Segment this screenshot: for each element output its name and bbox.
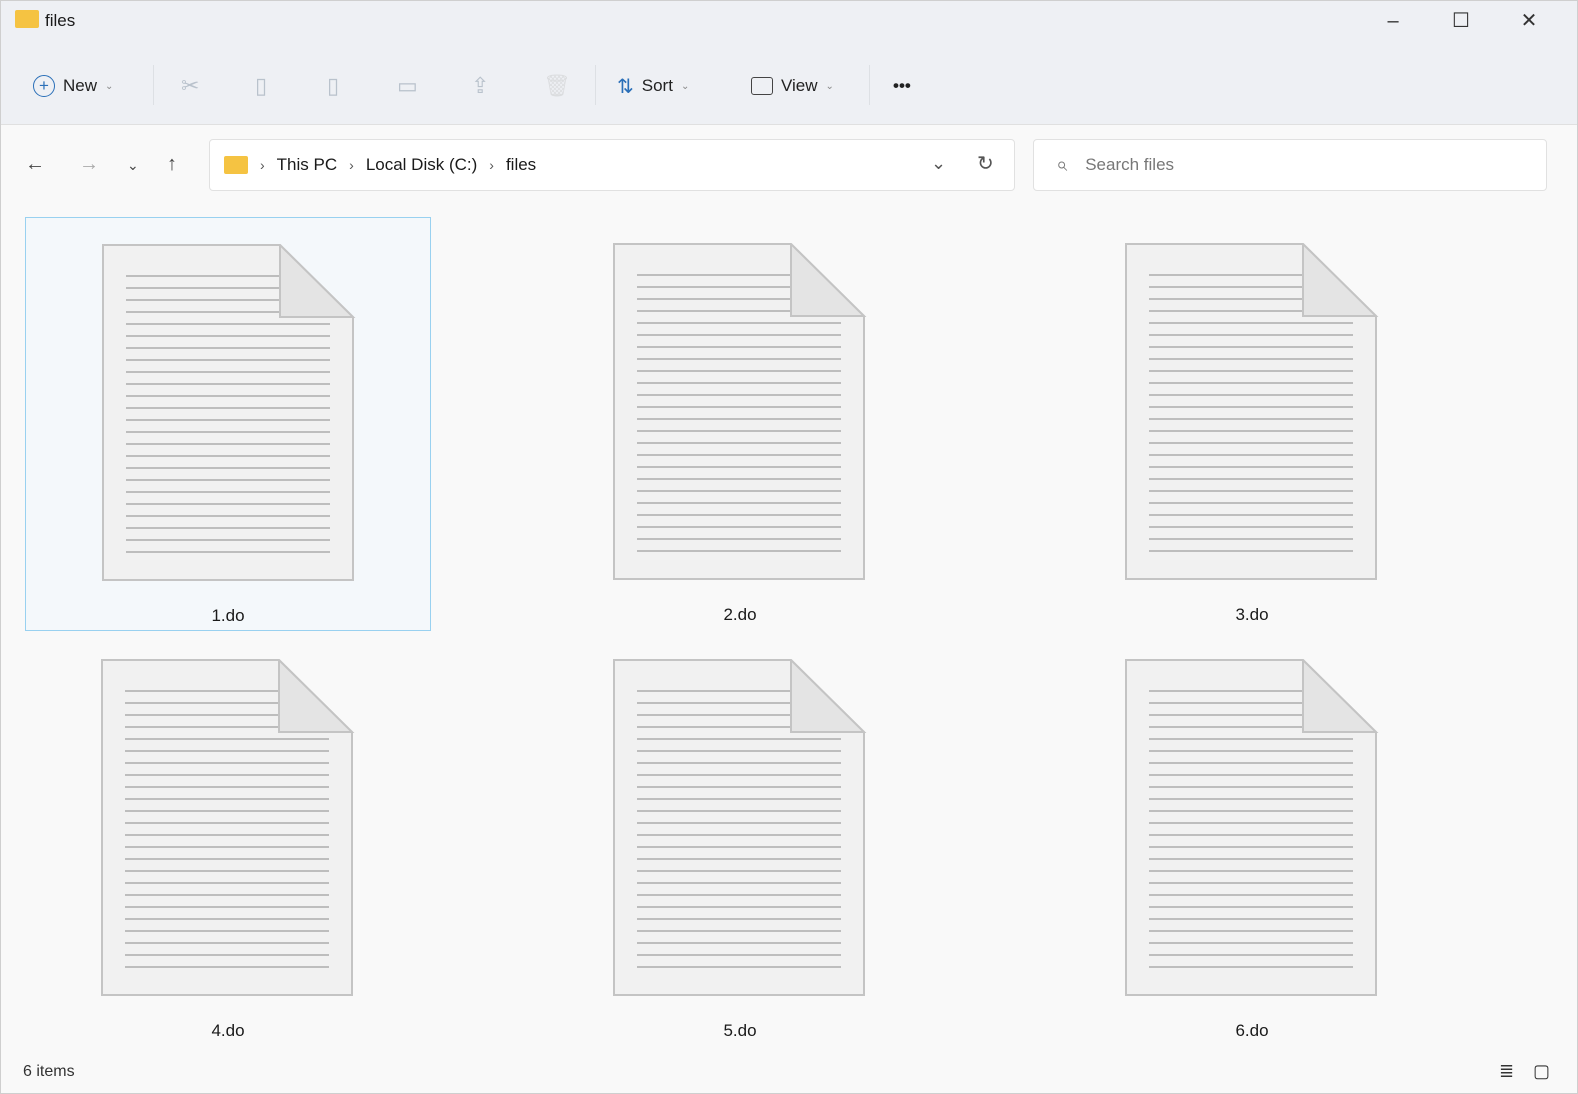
document-icon	[102, 244, 356, 581]
command-bar: + New ⌄ ✂ ▯ ▯ ▭ ⇪ 🗑 ⇅ Sort ⌄ View ⌄ •••	[1, 45, 1577, 125]
view-button[interactable]: View ⌄	[751, 71, 834, 101]
document-icon	[1125, 659, 1379, 996]
document-icon	[613, 659, 867, 996]
more-options-button[interactable]: •••	[893, 71, 911, 101]
new-button[interactable]: + New ⌄	[33, 71, 113, 101]
breadcrumb-local-disk[interactable]: Local Disk (C:)	[366, 155, 477, 175]
search-input[interactable]: ⌕ Search files	[1033, 139, 1547, 191]
file-name: 1.do	[211, 606, 245, 625]
rename-button[interactable]: ▭	[397, 71, 418, 101]
file-item[interactable]: 1.do	[25, 217, 431, 631]
new-label: New	[63, 76, 98, 95]
title-bar: files – ☐ ✕	[1, 1, 1577, 45]
forward-button[interactable]: →	[79, 153, 99, 176]
document-icon	[1125, 243, 1379, 580]
sort-label: Sort	[641, 76, 673, 95]
file-item[interactable]: 6.do	[1049, 633, 1455, 1047]
view-icon	[751, 77, 773, 95]
rename-icon: ▭	[397, 73, 418, 98]
copy-icon: ▯	[255, 73, 268, 98]
plus-circle-icon: +	[33, 75, 55, 97]
folder-icon	[15, 10, 39, 28]
breadcrumb-files[interactable]: files	[506, 155, 536, 175]
back-button[interactable]: ←	[25, 153, 45, 176]
file-name: 3.do	[1235, 605, 1269, 624]
address-dropdown-button[interactable]: ⌄	[931, 153, 946, 174]
search-icon: ⌕	[1056, 153, 1068, 176]
view-label: View	[781, 76, 818, 95]
chevron-right-icon: ›	[489, 157, 494, 173]
up-button[interactable]: ↑	[167, 153, 177, 176]
refresh-button[interactable]: ↻	[977, 151, 994, 176]
window-title: files	[45, 11, 76, 30]
file-item[interactable]: 2.do	[537, 217, 943, 631]
sort-button[interactable]: ⇅ Sort ⌄	[617, 71, 689, 101]
file-item[interactable]: 4.do	[25, 633, 431, 1047]
scissors-icon: ✂	[181, 73, 200, 98]
copy-button[interactable]: ▯	[255, 71, 267, 101]
file-name: 6.do	[1235, 1021, 1269, 1040]
close-button[interactable]: ✕	[1509, 7, 1549, 35]
chevron-right-icon: ›	[349, 157, 354, 173]
address-bar[interactable]: › This PC › Local Disk (C:) › files	[209, 139, 1015, 191]
chevron-right-icon: ›	[260, 157, 265, 173]
breadcrumb-this-pc[interactable]: This PC	[277, 155, 337, 175]
paste-icon: ▯	[327, 73, 340, 98]
navigation-bar: ← → ⌄ ↑ › This PC › Local Disk (C:) › fi…	[1, 125, 1577, 205]
share-icon: ⇪	[471, 73, 490, 98]
tiles-view-button[interactable]: ▢	[1533, 1061, 1550, 1082]
search-placeholder: Search files	[1085, 155, 1175, 174]
file-name: 2.do	[723, 605, 757, 624]
file-item[interactable]: 3.do	[1049, 217, 1455, 631]
share-button[interactable]: ⇪	[471, 71, 489, 101]
item-count: 6 items	[23, 1063, 75, 1080]
document-icon	[613, 243, 867, 580]
minimize-button[interactable]: –	[1373, 7, 1413, 35]
file-name: 4.do	[211, 1021, 245, 1040]
file-name: 5.do	[723, 1021, 757, 1040]
document-icon	[101, 659, 355, 996]
folder-icon	[224, 156, 248, 174]
sort-icon: ⇅	[617, 75, 634, 98]
file-item[interactable]: 5.do	[537, 633, 943, 1047]
paste-button[interactable]: ▯	[327, 71, 339, 101]
details-view-button[interactable]: ≣	[1499, 1061, 1514, 1082]
maximize-button[interactable]: ☐	[1441, 7, 1481, 35]
trash-icon: 🗑	[543, 73, 571, 98]
delete-button[interactable]: 🗑	[543, 71, 571, 101]
recent-locations-button[interactable]: ⌄	[127, 157, 139, 174]
cut-button[interactable]: ✂	[181, 71, 199, 101]
